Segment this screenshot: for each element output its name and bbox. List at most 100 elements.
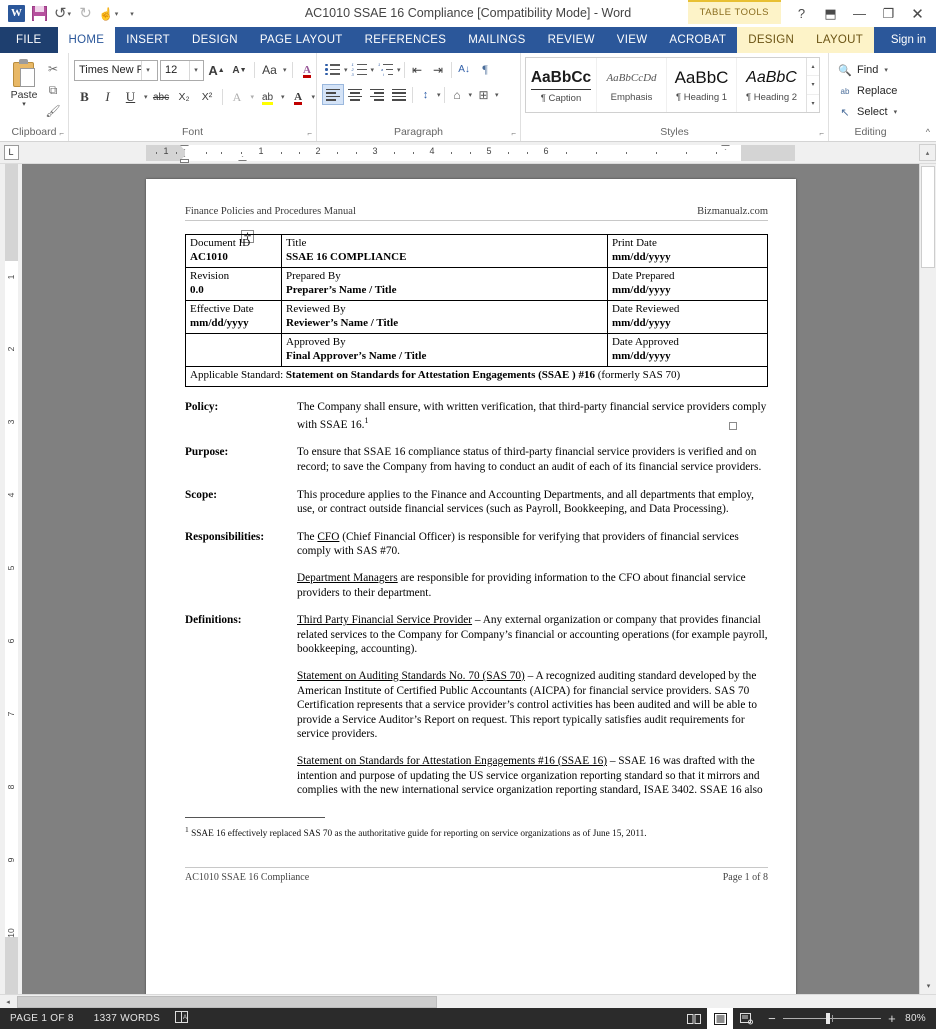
section-purpose[interactable]: Purpose: To ensure that SSAE 16 complian…	[185, 445, 768, 474]
text-effects-icon[interactable]: A	[227, 87, 248, 108]
font-dialog-launcher-icon[interactable]: ⌐	[307, 127, 312, 140]
vertical-ruler[interactable]: 1 2 3 4 5 6 7 8 9 10	[0, 164, 22, 994]
font-size-combobox[interactable]: 12 ▾	[160, 59, 204, 81]
section-body[interactable]: The CFO (Chief Financial Officer) is res…	[297, 530, 768, 600]
tab-page-layout[interactable]: PAGE LAYOUT	[249, 27, 354, 53]
paragraph-dialog-launcher-icon[interactable]: ⌐	[511, 127, 516, 140]
zoom-out-button[interactable]: −	[767, 1011, 777, 1026]
table-cell[interactable]: Revision 0.0	[184, 267, 283, 301]
copy-icon[interactable]: ⧉	[43, 81, 63, 99]
tab-view[interactable]: VIEW	[606, 27, 659, 53]
section-responsibilities[interactable]: Responsibilities: The CFO (Chief Financi…	[185, 530, 768, 600]
table-row[interactable]: Document ID AC1010 Title SSAE 16 COMPLIA…	[184, 234, 769, 268]
vertical-scrollbar[interactable]: ▾	[919, 164, 936, 994]
table-cell[interactable]: Date Prepared mm/dd/yyyy	[606, 267, 769, 301]
align-right-icon[interactable]	[366, 84, 388, 105]
table-cell[interactable]: Document ID AC1010	[184, 234, 283, 268]
bullets-icon[interactable]	[322, 59, 343, 80]
sort-icon[interactable]: A↓	[454, 59, 475, 80]
multilevel-list-icon[interactable]: 1ai	[375, 59, 396, 80]
borders-icon[interactable]: ⊞	[473, 84, 494, 105]
section-body[interactable]: This procedure applies to the Finance an…	[297, 488, 768, 517]
font-color-icon[interactable]: A	[288, 87, 309, 108]
borders-caret-icon[interactable]: ▾	[494, 91, 500, 99]
scroll-left-button[interactable]: ◂	[0, 995, 16, 1009]
page-indicator[interactable]: PAGE 1 OF 8	[0, 1008, 84, 1029]
styles-more-icon[interactable]: ▾	[807, 93, 819, 112]
vertical-scroll-thumb[interactable]	[921, 166, 935, 268]
tab-design[interactable]: DESIGN	[181, 27, 249, 53]
strikethrough-icon[interactable]: abc	[151, 87, 172, 108]
styles-gallery[interactable]: AaBbCc ¶ Caption AaBbCcDd Emphasis AaBbC…	[525, 57, 820, 113]
change-case-caret-icon[interactable]: ▾	[282, 66, 288, 74]
tab-review[interactable]: REVIEW	[537, 27, 606, 53]
change-case-icon[interactable]: Aa	[259, 60, 280, 81]
numbered-list-icon[interactable]: 123	[349, 59, 370, 80]
help-icon[interactable]: ?	[787, 0, 816, 27]
tab-table-layout[interactable]: LAYOUT	[805, 27, 875, 53]
sign-in-link[interactable]: Sign in	[881, 27, 936, 53]
cut-icon[interactable]: ✂	[43, 60, 63, 78]
tab-stop-selector[interactable]: L	[0, 142, 22, 163]
style-item-heading-1[interactable]: AaBbC ¶ Heading 1	[666, 58, 736, 112]
table-cell[interactable]: Date Reviewed mm/dd/yyyy	[606, 300, 769, 334]
table-cell-applicable-standard[interactable]: Applicable Standard: Statement on Standa…	[185, 366, 768, 387]
styles-dialog-launcher-icon[interactable]: ⌐	[819, 127, 824, 140]
underline-icon[interactable]: U	[120, 87, 141, 108]
underline-caret-icon[interactable]: ▾	[143, 93, 149, 101]
tab-insert[interactable]: INSERT	[115, 27, 181, 53]
zoom-in-button[interactable]: +	[887, 1011, 897, 1026]
align-left-icon[interactable]	[322, 84, 344, 105]
read-mode-icon[interactable]	[681, 1008, 707, 1029]
print-layout-icon[interactable]	[707, 1008, 734, 1029]
decrease-indent-icon[interactable]: ⇤	[407, 59, 428, 80]
table-cell[interactable]: Effective Date mm/dd/yyyy	[184, 300, 283, 334]
zoom-slider-track[interactable]	[783, 1013, 882, 1024]
table-cell[interactable]	[184, 333, 283, 367]
bold-icon[interactable]: B	[74, 87, 95, 108]
line-spacing-icon[interactable]: ↕	[415, 84, 436, 105]
scroll-up-button[interactable]: ▴	[919, 144, 936, 161]
align-center-icon[interactable]	[344, 84, 366, 105]
style-item-caption[interactable]: AaBbCc ¶ Caption	[526, 58, 596, 112]
web-layout-icon[interactable]	[733, 1008, 759, 1029]
font-name-caret-icon[interactable]: ▾	[141, 60, 154, 80]
document-page[interactable]: ✛ Finance Policies and Procedures Manual…	[146, 179, 796, 994]
styles-scroll-up-icon[interactable]: ▴	[807, 58, 819, 75]
grow-font-icon[interactable]: A ▲	[206, 60, 227, 81]
restore-button[interactable]: ❐	[874, 0, 903, 27]
horizontal-ruler[interactable]: 1 1 2 3 4 5 6	[146, 145, 936, 163]
replace-button[interactable]: ab Replace	[834, 81, 898, 101]
section-definitions[interactable]: Definitions: Third Party Financial Servi…	[185, 613, 768, 798]
tab-acrobat[interactable]: ACROBAT	[658, 27, 737, 53]
select-caret-icon[interactable]: ▾	[894, 108, 898, 116]
ribbon-display-options-icon[interactable]: ⬒	[816, 0, 845, 27]
close-button[interactable]: ✕	[903, 0, 932, 27]
clear-formatting-icon[interactable]: A	[297, 60, 318, 81]
style-item-heading-2[interactable]: AaBbC ¶ Heading 2	[736, 58, 806, 112]
table-cell[interactable]: Approved By Final Approver’s Name / Titl…	[281, 333, 608, 367]
table-cell[interactable]: Title SSAE 16 COMPLIANCE	[281, 234, 608, 268]
zoom-slider-control[interactable]: − +	[759, 1011, 905, 1026]
word-count[interactable]: 1337 WORDS	[84, 1008, 170, 1029]
styles-scroll-buttons[interactable]: ▴ ▾ ▾	[806, 58, 819, 112]
section-scope[interactable]: Scope: This procedure applies to the Fin…	[185, 488, 768, 517]
tab-mailings[interactable]: MAILINGS	[457, 27, 536, 53]
styles-scroll-down-icon[interactable]: ▾	[807, 75, 819, 93]
undo-icon[interactable]: ↺ ▾	[52, 3, 73, 24]
paste-button[interactable]: Paste ▾	[5, 58, 43, 108]
justify-icon[interactable]	[388, 84, 410, 105]
text-highlight-icon[interactable]: ab	[257, 87, 278, 108]
font-size-caret-icon[interactable]: ▾	[189, 60, 202, 80]
find-button[interactable]: 🔍 Find ▾	[834, 60, 888, 80]
find-caret-icon[interactable]: ▾	[884, 66, 888, 74]
table-cell[interactable]: Print Date mm/dd/yyyy	[606, 234, 769, 268]
touch-mode-icon[interactable]: ☝ ▾	[98, 3, 119, 24]
tab-table-design[interactable]: DESIGN	[737, 27, 806, 53]
line-spacing-caret-icon[interactable]: ▾	[436, 91, 442, 99]
paste-caret-icon[interactable]: ▾	[22, 101, 26, 108]
increase-indent-icon[interactable]: ⇥	[428, 59, 449, 80]
subscript-icon[interactable]: X₂	[174, 87, 195, 108]
table-row[interactable]: Revision 0.0 Prepared By Preparer’s Name…	[184, 267, 769, 301]
proofing-errors-icon[interactable]: A	[170, 1011, 192, 1026]
